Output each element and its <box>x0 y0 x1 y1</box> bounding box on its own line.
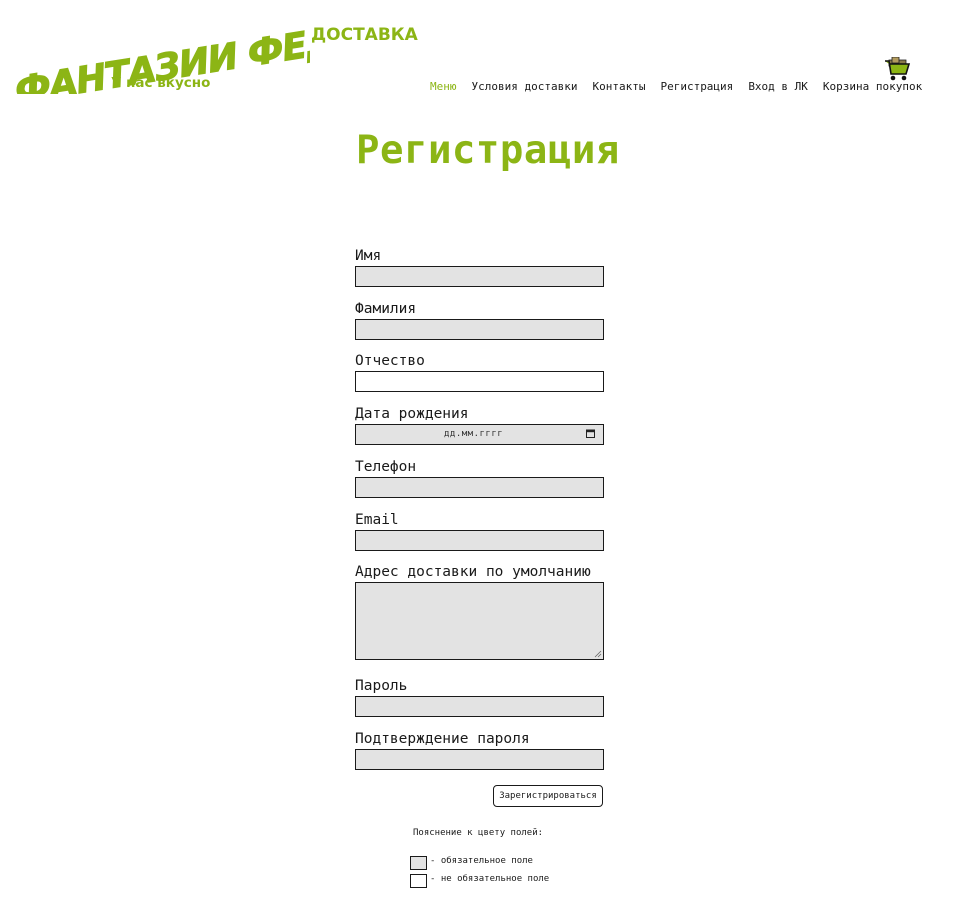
legend-optional-text: - не обязательное поле <box>430 874 550 884</box>
legend-required-text: - обязательное поле <box>430 856 533 866</box>
password-confirm-input[interactable] <box>355 749 604 770</box>
address-label: Адрес доставки по умолчанию <box>355 564 591 580</box>
birth-date-input[interactable]: дд.мм.гггг <box>355 424 604 445</box>
password-confirm-label: Подтверждение пароля <box>355 731 530 747</box>
email-label: Email <box>355 512 399 528</box>
first-name-input[interactable] <box>355 266 604 287</box>
calendar-icon[interactable] <box>586 429 595 438</box>
password-label: Пароль <box>355 678 408 694</box>
birth-date-label: Дата рождения <box>355 406 469 422</box>
brand-subtitle: ДОСТАВКА <box>311 25 418 45</box>
last-name-label: Фамилия <box>355 301 417 317</box>
first-name-label: Имя <box>355 248 382 264</box>
nav-registration[interactable]: Регистрация <box>660 80 733 93</box>
legend-required-swatch <box>410 856 427 870</box>
brand-slogan: У нас вкусно <box>111 75 211 91</box>
phone-input[interactable] <box>355 477 604 498</box>
nav-cart[interactable]: Корзина покупок <box>823 80 922 93</box>
main-nav: Меню Условия доставки Контакты Регистрация В… <box>430 80 922 93</box>
resize-grip-icon[interactable] <box>594 650 602 658</box>
patronymic-input[interactable] <box>355 371 604 392</box>
birth-date-placeholder: дд.мм.гггг <box>444 429 504 439</box>
email-input[interactable] <box>355 530 604 551</box>
phone-label: Телефон <box>355 459 417 475</box>
address-textarea[interactable] <box>355 582 604 660</box>
legend-optional-swatch <box>410 874 427 888</box>
register-button[interactable]: Зарегистрироваться <box>493 785 603 807</box>
nav-login[interactable]: Вход в ЛК <box>748 80 808 93</box>
last-name-input[interactable] <box>355 319 604 340</box>
password-input[interactable] <box>355 696 604 717</box>
patronymic-label: Отчество <box>355 353 425 369</box>
nav-delivery-terms[interactable]: Условия доставки <box>472 80 578 93</box>
nav-contacts[interactable]: Контакты <box>592 80 645 93</box>
nav-menu[interactable]: Меню <box>430 80 457 93</box>
legend-title: Пояснение к цвету полей: <box>413 828 544 838</box>
page-title: Регистрация <box>356 128 620 173</box>
